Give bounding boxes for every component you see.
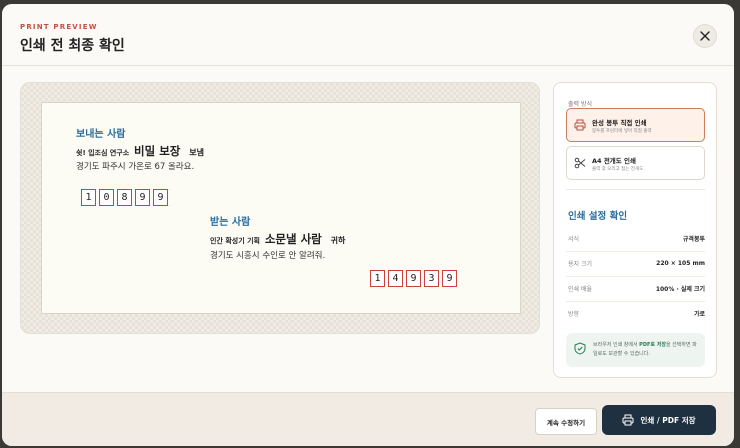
printer-icon: [622, 414, 634, 426]
preview-area: 보내는 사람 쉿! 입조심 연구소 비밀 보장 보냄 경기도 파주시 가온로 6…: [20, 82, 540, 334]
print-preview-modal: PRINT PREVIEW 인쇄 전 최종 확인 보내는 사람 쉿! 입조심 연…: [2, 4, 734, 446]
receiver-suffix: 귀하: [330, 236, 346, 245]
sender-suffix: 보냄: [189, 148, 204, 157]
settings-title: 인쇄 설정 확인: [568, 211, 628, 222]
pdf-notice: 브라우저 인쇄 창에서 PDF로 저장을 선택하면 파일로도 보관할 수 있습니…: [566, 333, 705, 367]
setting-value: 가로: [693, 310, 705, 318]
postal-digit: 4: [388, 270, 403, 287]
sender-address: 경기도 파주시 가온로 67 올라요.: [76, 162, 195, 172]
output-method-label: 출력 방식: [568, 101, 592, 108]
setting-value: 100% · 실제 크기: [655, 285, 705, 293]
method-title: 완성 봉투 직접 인쇄: [592, 119, 647, 127]
notice-text-before: 브라우저 인쇄 창에서: [593, 342, 640, 348]
receiver-address: 경기도 시흥시 수인로 안 알려줘.: [210, 251, 326, 261]
close-button[interactable]: [693, 24, 717, 48]
setting-value: 규격봉투: [682, 235, 705, 243]
row-divider: [566, 276, 705, 277]
print-pdf-button[interactable]: 인쇄 / PDF 저장: [602, 405, 716, 435]
setting-row-paper: 용지 크기 220 × 105 mm: [568, 255, 705, 271]
setting-key: 인쇄 배율: [568, 285, 592, 293]
scissors-icon: [574, 157, 586, 169]
notice-highlight: PDF로 저장: [639, 342, 666, 348]
setting-row-orientation: 방향 가로: [568, 305, 705, 321]
shield-check-icon: [574, 342, 586, 355]
method-subtitle: 출력 후 오리고 접는 전개도: [592, 167, 644, 172]
sender-name: 비밀 보장: [134, 144, 181, 158]
sender-label: 보내는 사람: [76, 129, 126, 140]
modal-title: 인쇄 전 최종 확인: [20, 38, 125, 54]
setting-row-format: 서식 규격봉투: [568, 230, 705, 246]
close-icon: [700, 31, 710, 41]
envelope-preview: 보내는 사람 쉿! 입조심 연구소 비밀 보장 보냄 경기도 파주시 가온로 6…: [41, 102, 521, 314]
postal-digit: 9: [406, 270, 421, 287]
postal-digit: 3: [424, 270, 439, 287]
setting-row-scale: 인쇄 배율 100% · 실제 크기: [568, 280, 705, 296]
method-subtitle: 봉투를 프린터에 넣어 직접 출력: [592, 129, 652, 134]
continue-editing-button[interactable]: 계속 수정하기: [535, 408, 597, 435]
panel-divider: [566, 189, 705, 190]
receiver-label: 받는 사람: [210, 217, 251, 228]
postal-digit: 9: [135, 189, 150, 206]
notice-text: 브라우저 인쇄 창에서 PDF로 저장을 선택하면 파일로도 보관할 수 있습니…: [593, 341, 701, 359]
modal-footer: 계속 수정하기 인쇄 / PDF 저장: [2, 392, 734, 446]
row-divider: [566, 251, 705, 252]
postal-digit: 9: [442, 270, 457, 287]
printer-icon: [574, 119, 586, 131]
method-title: A4 전개도 인쇄: [592, 157, 636, 165]
postal-digit: 9: [153, 189, 168, 206]
eyebrow-label: PRINT PREVIEW: [20, 23, 98, 31]
postal-digit: 8: [117, 189, 132, 206]
row-divider: [566, 301, 705, 302]
sender-postal-code: 1 0 8 9 9: [81, 189, 168, 206]
sender-line: 쉿! 입조심 연구소 비밀 보장 보냄: [76, 143, 204, 159]
sender-org: 쉿! 입조심 연구소: [76, 149, 130, 157]
settings-panel: 출력 방식 완성 봉투 직접 인쇄 봉투를 프린터에 넣어 직접 출력 A4 전…: [553, 82, 717, 378]
postal-digit: 1: [81, 189, 96, 206]
receiver-postal-code: 1 4 9 3 9: [370, 270, 457, 287]
method-option-a4[interactable]: A4 전개도 인쇄 출력 후 오리고 접는 전개도: [566, 146, 705, 180]
receiver-line: 인간 확성기 기획 소문낼 사람 귀하: [210, 231, 345, 247]
receiver-org: 인간 확성기 기획: [210, 237, 260, 245]
postal-digit: 1: [370, 270, 385, 287]
setting-key: 방향: [568, 310, 580, 318]
modal-header: PRINT PREVIEW 인쇄 전 최종 확인: [2, 4, 734, 66]
receiver-name: 소문낼 사람: [264, 232, 322, 246]
method-option-direct[interactable]: 완성 봉투 직접 인쇄 봉투를 프린터에 넣어 직접 출력: [566, 108, 705, 142]
setting-key: 용지 크기: [568, 260, 592, 268]
setting-key: 서식: [568, 235, 580, 243]
postal-digit: 0: [99, 189, 114, 206]
print-pdf-label: 인쇄 / PDF 저장: [640, 415, 696, 425]
setting-value: 220 × 105 mm: [656, 259, 705, 267]
